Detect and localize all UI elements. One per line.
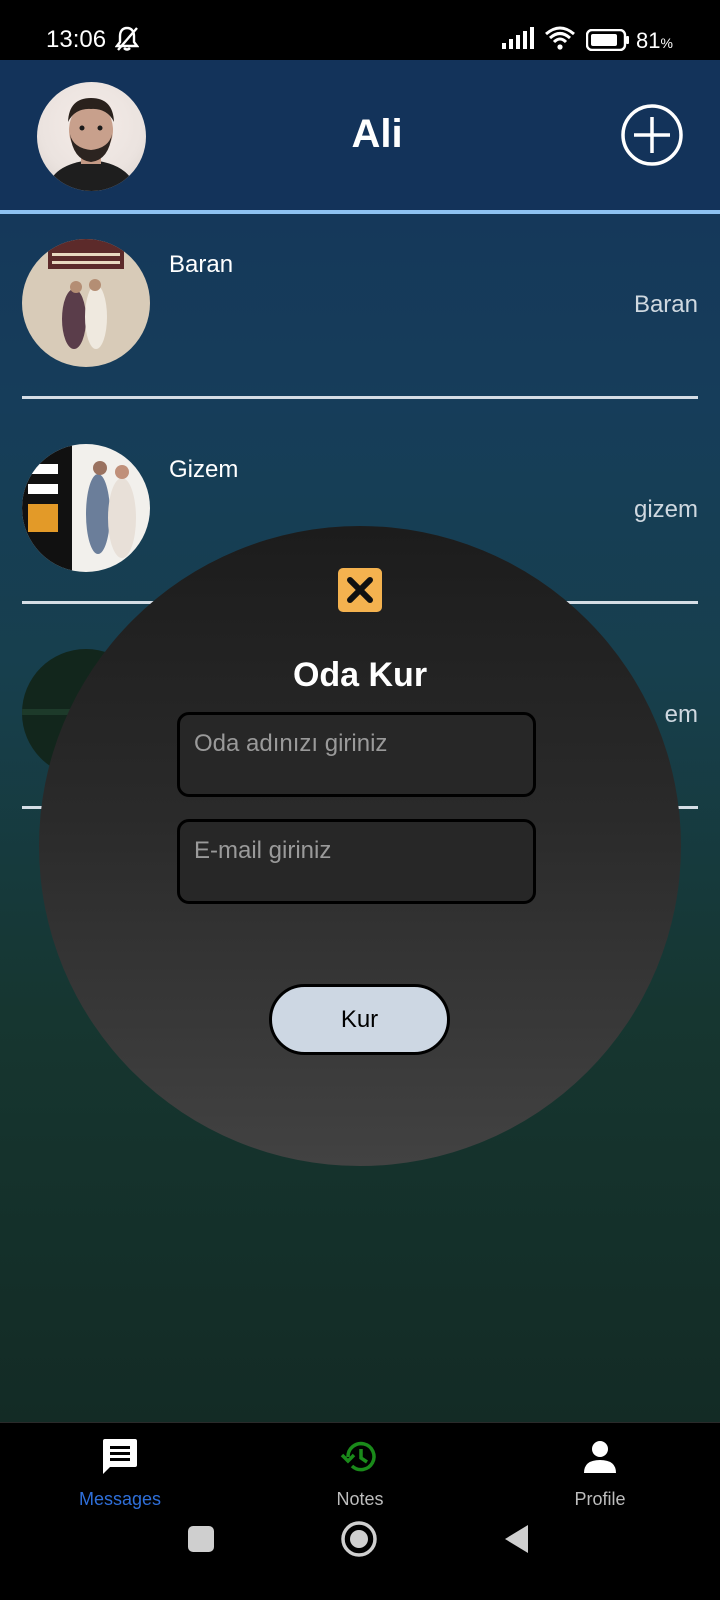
close-icon: [347, 577, 373, 603]
signal-icon: [502, 27, 534, 54]
person-icon: [580, 1437, 620, 1477]
chat-name: Baran: [169, 251, 234, 278]
recents-icon[interactable]: [187, 1525, 215, 1553]
nav-label: Messages: [78, 1489, 162, 1509]
status-bar: 13:06 81%: [0, 0, 720, 60]
messages-screen: Ali Baran Baran Gizem gizem em Oda Kur O…: [0, 60, 720, 1422]
chat-row[interactable]: Baran Baran: [0, 214, 720, 419]
clock: 13:06: [46, 26, 107, 53]
home-icon[interactable]: [340, 1520, 378, 1558]
system-navigation: [0, 1510, 720, 1600]
back-icon[interactable]: [502, 1523, 530, 1555]
room-name-input[interactable]: [192, 729, 516, 759]
nav-messages[interactable]: Messages: [0, 1423, 240, 1511]
chat-icon: [100, 1437, 140, 1477]
close-button[interactable]: [338, 568, 382, 612]
bell-muted-icon: [114, 26, 140, 57]
divider: [22, 396, 698, 399]
nav-label: Profile: [574, 1489, 626, 1509]
wifi-icon: [544, 26, 576, 55]
battery-level: 81%: [636, 28, 673, 53]
app-header: Ali: [0, 60, 720, 214]
create-room-button[interactable]: Kur: [269, 984, 450, 1055]
chat-preview: Baran: [633, 291, 698, 318]
page-title: Ali: [351, 112, 403, 156]
chat-preview: em: [664, 701, 698, 728]
chat-avatar: [22, 444, 150, 572]
bottom-navigation: Messages Notes Profile: [0, 1422, 720, 1511]
dialog-title: Oda Kur: [292, 656, 428, 694]
plus-circle-icon: [621, 104, 683, 166]
history-icon: [340, 1437, 380, 1477]
add-room-button[interactable]: [620, 103, 684, 167]
chat-avatar: [22, 239, 150, 367]
room-name-field[interactable]: [177, 712, 536, 797]
nav-label: Notes: [336, 1489, 384, 1509]
nav-notes[interactable]: Notes: [240, 1423, 480, 1511]
chat-name: Gizem: [169, 456, 239, 483]
nav-profile[interactable]: Profile: [480, 1423, 720, 1511]
create-room-dialog: Oda Kur Kur: [39, 526, 681, 1166]
email-input[interactable]: [192, 836, 516, 866]
email-field[interactable]: [177, 819, 536, 904]
battery-icon: [585, 28, 630, 56]
chat-preview: gizem: [633, 496, 698, 523]
